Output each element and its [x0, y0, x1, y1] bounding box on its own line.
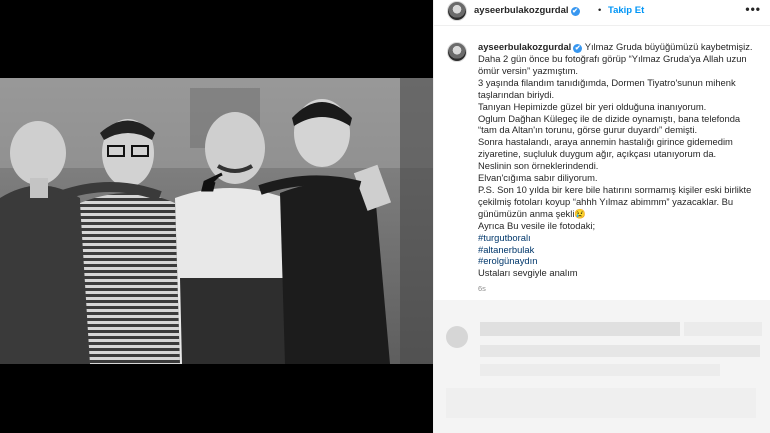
verified-badge-icon: ✔ [570, 7, 580, 16]
post-header: ayseerbulakozgurdal ✔ • Takip Et ••• [434, 0, 770, 26]
blurred-comment-text [480, 322, 680, 336]
caption-text: ayseerbulakozgurdal ✔ Yılmaz Gruda büyüğü… [478, 41, 768, 295]
caption-line: ziyaretine, suçluluk duygum ağır, açıkça… [478, 148, 717, 160]
post-photo[interactable] [0, 78, 433, 364]
post-caption: ayseerbulakozgurdal ✔ Yılmaz Gruda büyüğü… [434, 38, 770, 300]
separator-dot: • [598, 5, 602, 16]
blurred-comment-text [480, 345, 760, 357]
caption-username[interactable]: ayseerbulakozgurdal ✔ [478, 41, 583, 53]
blurred-avatar [446, 326, 468, 348]
blurred-comment-text [480, 364, 720, 376]
caption-line: P.S. Son 10 yılda bir kere bile hatırını… [478, 183, 752, 195]
avatar[interactable] [447, 1, 467, 21]
caption-line: Oglum Dağhan Külegeç ile de dizide oynam… [478, 112, 741, 124]
caption-line: 3 yaşında filandım tanıdığımda, Dormen T… [478, 76, 736, 88]
caption-line: taşlarından biriydi. [478, 88, 555, 100]
caption-closing: Ustaları sevgiyle analım [478, 267, 578, 279]
caption-line: Tanıyan Hepimizde güzel bir yeri olduğun… [478, 100, 707, 112]
hashtag-link[interactable]: #turgutboralı [478, 232, 768, 244]
follow-button[interactable]: Takip Et [608, 5, 644, 16]
hashtag-link[interactable]: #altanerbulak [478, 244, 768, 256]
blurred-comment-text [684, 322, 762, 336]
caption-line: Sonra hastalandı, araya annemin hastalığ… [478, 136, 733, 148]
caption-line: Yılmaz Gruda büyüğümüzü kaybetmişiz. [584, 41, 753, 52]
header-username[interactable]: ayseerbulakozgurdal ✔ [474, 5, 580, 16]
caption-line: Ayrıca Bu vesile ile fotodaki; [478, 219, 596, 231]
caption-line: “tam da Altan'ın torunu, görse gurur duy… [478, 124, 698, 136]
post-media[interactable] [0, 0, 433, 433]
vintage-photo-image [0, 78, 433, 364]
caption-line: Neslinin son örneklerindendi. [478, 160, 599, 172]
caption-line: günümüzün anma şekli😢 [478, 207, 587, 219]
post-sidebar: ayseerbulakozgurdal ✔ • Takip Et ••• ayse… [433, 0, 770, 433]
caption-line: Elvan'cığıma sabır diliyorum. [478, 172, 598, 184]
hashtag-link[interactable]: #erolgünaydın [478, 255, 768, 267]
verified-badge-icon: ✔ [573, 44, 583, 53]
blurred-comment-text [446, 388, 756, 418]
post-timestamp[interactable]: 6s [478, 283, 768, 295]
caption-line: Daha 2 gün önce bu fotoğrafı görüp “Yılm… [478, 53, 747, 64]
caption-line: çekilmiş fotoları koyup “ahhh Yılmaz abi… [478, 195, 734, 207]
caption-avatar[interactable] [447, 42, 467, 62]
caption-line: ömür versin” yazmıştım. [478, 64, 579, 76]
more-options-icon[interactable]: ••• [745, 2, 761, 16]
